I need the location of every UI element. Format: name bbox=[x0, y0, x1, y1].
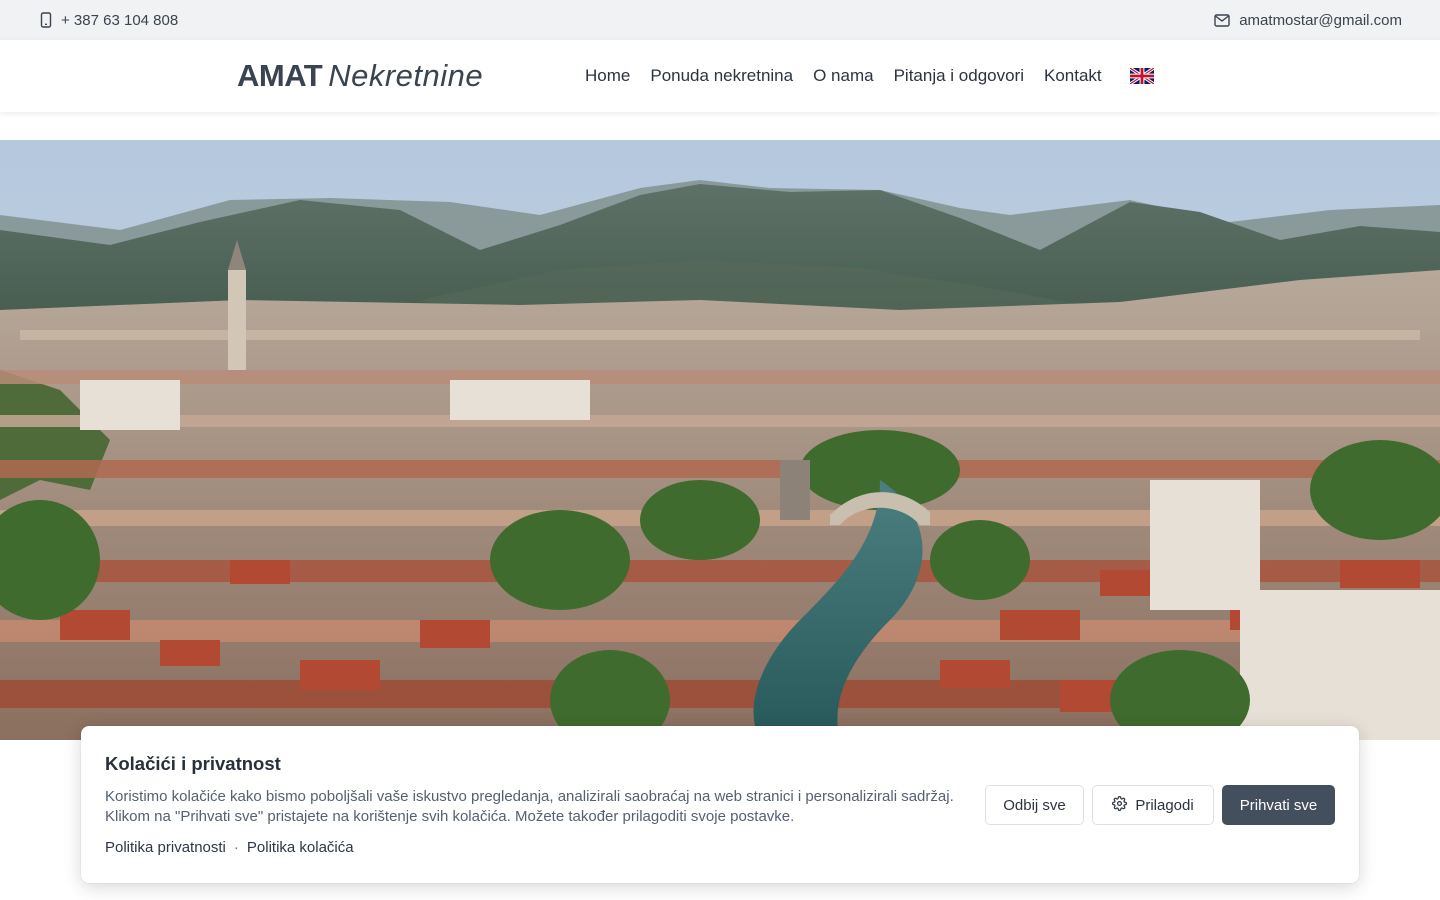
cookie-policy-link[interactable]: Politika kolačića bbox=[247, 839, 354, 856]
nav-kontakt[interactable]: Kontakt bbox=[1034, 40, 1112, 112]
nav-home[interactable]: Home bbox=[575, 40, 640, 112]
mobile-phone-icon bbox=[40, 12, 52, 28]
logo-italic-text: Nekretnine bbox=[328, 58, 484, 93]
site-header: AMAT Nekretnine Home Ponuda nekretnina O … bbox=[0, 40, 1440, 112]
cookie-banner-title: Kolačići i privatnost bbox=[105, 753, 281, 774]
customize-button[interactable]: Prilagodi bbox=[1092, 785, 1214, 825]
cookie-buttons: Odbij sve Prilagodi Prihvati sve bbox=[985, 785, 1335, 825]
cookie-consent-banner: Kolačići i privatnost Koristimo kolačiće… bbox=[81, 726, 1359, 883]
gear-icon bbox=[1112, 795, 1128, 815]
link-separator: · bbox=[233, 839, 239, 856]
site-logo[interactable]: AMAT Nekretnine bbox=[237, 56, 483, 96]
phone-contact[interactable]: + 387 63 104 808 bbox=[40, 12, 178, 29]
email-address: amatmostar@gmail.com bbox=[1239, 11, 1402, 29]
reject-all-label: Odbij sve bbox=[1003, 796, 1066, 814]
hero-image bbox=[0, 140, 1440, 740]
accept-all-button[interactable]: Prihvati sve bbox=[1222, 785, 1335, 825]
cookie-banner-text: Koristimo kolačiće kako bismo poboljšali… bbox=[105, 788, 954, 825]
nav-ponuda-nekretnina[interactable]: Ponuda nekretnina bbox=[640, 40, 803, 112]
cookie-policy-links: Politika privatnosti · Politika kolačića bbox=[105, 839, 354, 856]
top-contact-bar: + 387 63 104 808 amatmostar@gmail.com bbox=[0, 0, 1440, 40]
email-contact[interactable]: amatmostar@gmail.com bbox=[1214, 12, 1402, 29]
uk-flag-icon[interactable] bbox=[1128, 66, 1155, 86]
logo-bold-text: AMAT bbox=[237, 58, 323, 93]
privacy-policy-link[interactable]: Politika privatnosti bbox=[105, 839, 226, 856]
nav-o-nama[interactable]: O nama bbox=[803, 40, 883, 112]
accept-all-label: Prihvati sve bbox=[1239, 796, 1318, 814]
nav-pitanja-i-odgovori[interactable]: Pitanja i odgovori bbox=[884, 40, 1034, 112]
customize-label: Prilagodi bbox=[1135, 796, 1194, 814]
reject-all-button[interactable]: Odbij sve bbox=[985, 785, 1084, 825]
envelope-icon bbox=[1214, 13, 1230, 27]
phone-number: + 387 63 104 808 bbox=[61, 11, 179, 29]
main-nav: Home Ponuda nekretnina O nama Pitanja i … bbox=[575, 40, 1155, 112]
